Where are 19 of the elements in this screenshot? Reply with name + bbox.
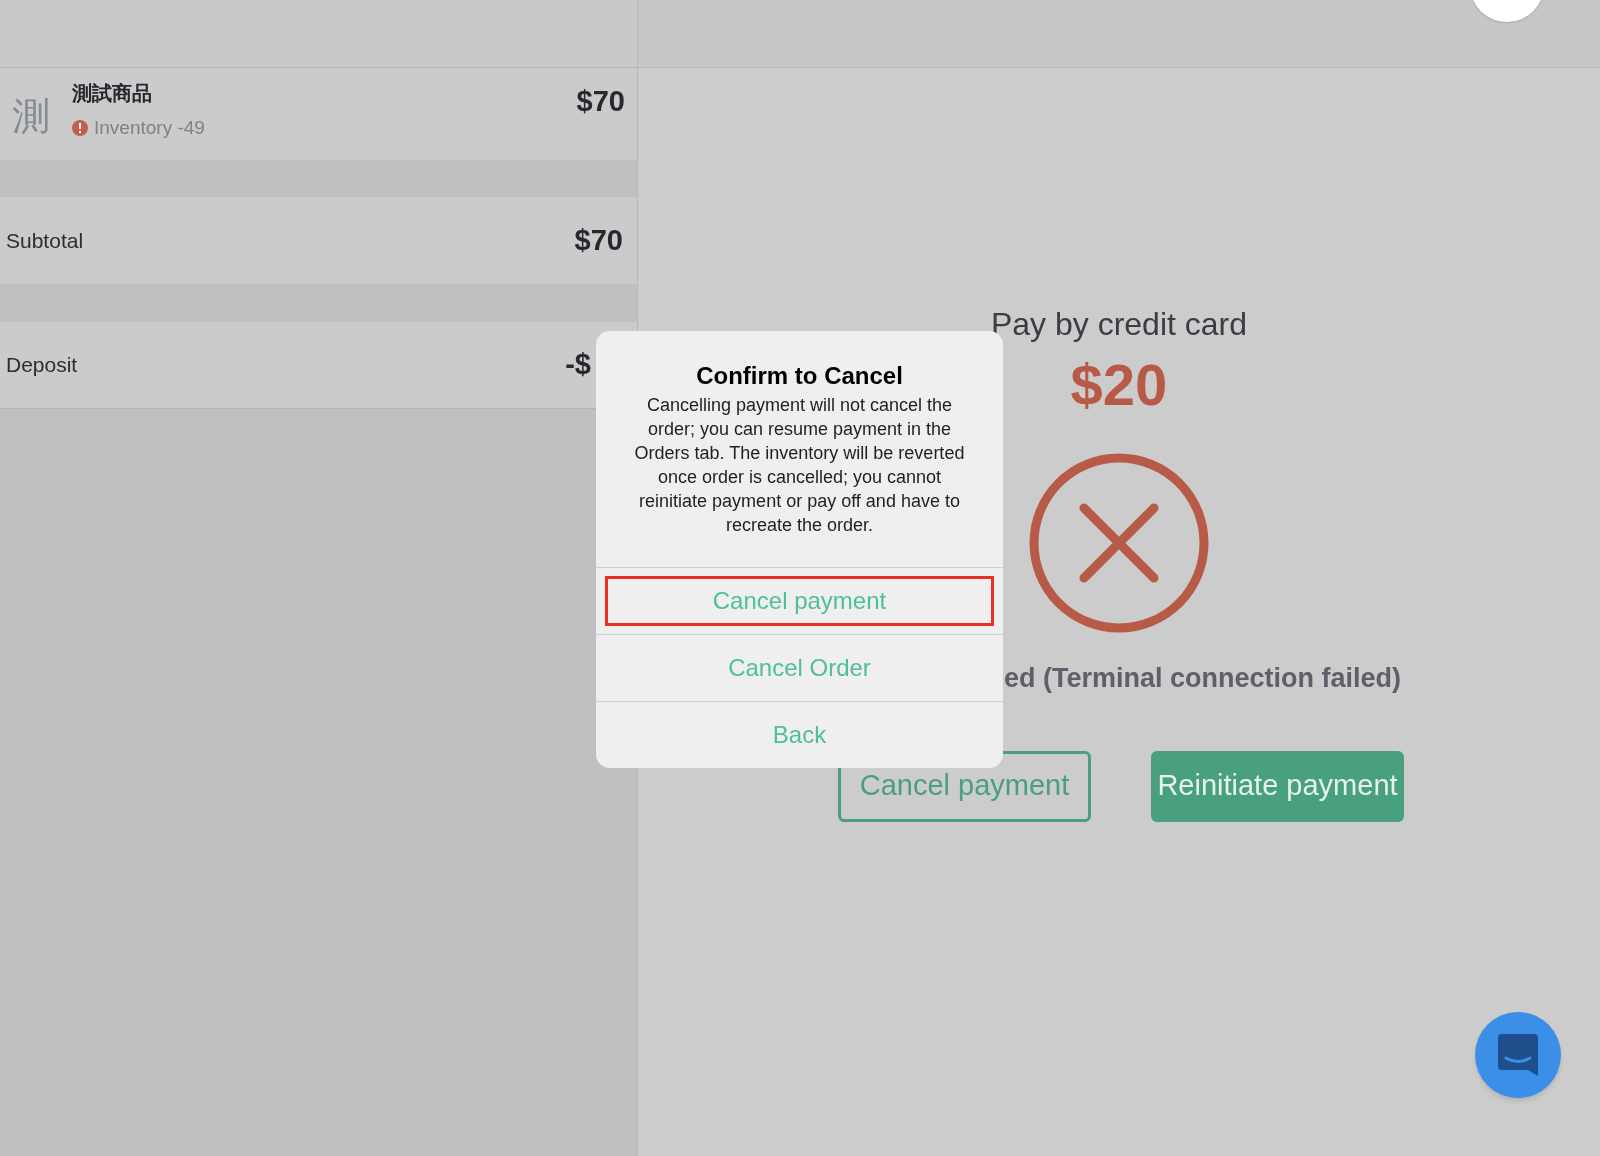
product-name: 測試商品 — [72, 80, 153, 107]
dialog-message: Cancelling payment will not cancel the order; you can resume payment in the Orders tab. The inventory will be reverted once order is cancelled; you cannot reinitiate payment or pay off and have to recreate the order. — [633, 394, 966, 537]
dialog-title: Confirm to Cancel — [696, 361, 903, 391]
payment-amount: $20 — [1070, 351, 1168, 419]
inventory-warning: Inventory -49 — [94, 116, 205, 140]
summary-label: Subtotal — [6, 227, 84, 254]
payment-status: ed (Terminal connection failed) — [1004, 663, 1402, 693]
product-price: $70 — [576, 84, 625, 119]
payment-title: Pay by credit card — [990, 305, 1248, 344]
warning-icon — [72, 120, 88, 137]
failure-icon — [1028, 452, 1210, 634]
dialog-action[interactable]: Cancel Order — [605, 643, 994, 693]
chat-icon — [1496, 1032, 1540, 1078]
dialog-action[interactable]: Cancel payment — [605, 576, 994, 626]
product-avatar: 測 — [12, 93, 51, 140]
summary-amount: -$ — [565, 347, 591, 383]
summary-amount: $70 — [574, 222, 623, 258]
summary-label: Deposit — [6, 352, 78, 379]
reinitiate-payment-button[interactable]: Reinitiate payment — [1151, 750, 1404, 822]
